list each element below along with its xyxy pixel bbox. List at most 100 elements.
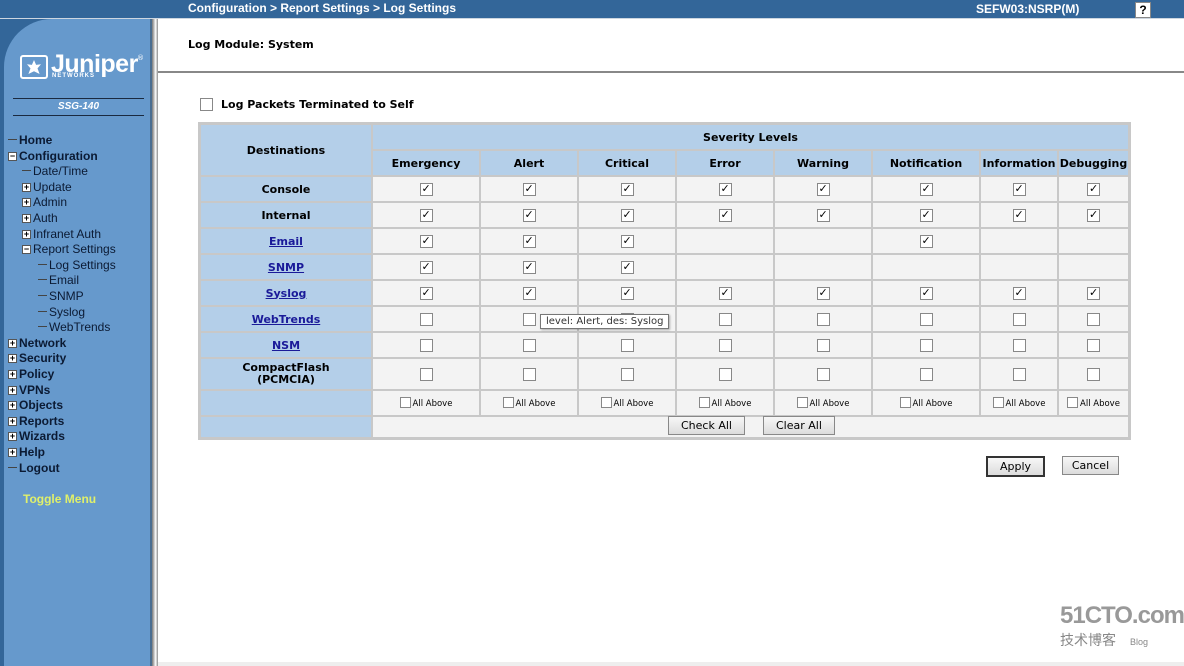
severity-checkbox-emergency[interactable] bbox=[419, 260, 433, 274]
severity-checkbox-error[interactable] bbox=[718, 208, 732, 222]
sidebar-item-vpns[interactable]: + VPNs bbox=[8, 383, 50, 398]
sidebar-item-webtrends[interactable]: WebTrends bbox=[38, 320, 110, 335]
expand-icon[interactable]: + bbox=[8, 370, 17, 379]
severity-checkbox-debugging[interactable] bbox=[1087, 312, 1100, 326]
apply-button[interactable]: Apply bbox=[986, 456, 1045, 477]
expand-icon[interactable]: + bbox=[22, 229, 31, 239]
sidebar-item-infranet-auth[interactable]: + Infranet Auth bbox=[22, 227, 101, 242]
sidebar-item-wizards[interactable]: + Wizards bbox=[8, 429, 65, 444]
severity-checkbox-emergency[interactable] bbox=[419, 367, 433, 381]
severity-checkbox-alert[interactable] bbox=[522, 286, 536, 300]
severity-checkbox-error[interactable] bbox=[718, 312, 732, 326]
sidebar-item-home[interactable]: Home bbox=[8, 133, 52, 148]
severity-checkbox-notification[interactable] bbox=[919, 312, 933, 326]
sidebar-item-objects[interactable]: + Objects bbox=[8, 398, 63, 413]
destination-link-syslog[interactable]: Syslog bbox=[266, 287, 307, 300]
severity-checkbox-information[interactable] bbox=[1012, 182, 1026, 196]
sidebar-item-security[interactable]: + Security bbox=[8, 351, 66, 366]
severity-checkbox-alert[interactable] bbox=[522, 338, 536, 352]
severity-checkbox-warning[interactable] bbox=[816, 312, 830, 326]
toggle-menu-link[interactable]: Toggle Menu bbox=[23, 492, 96, 506]
expand-icon[interactable]: + bbox=[8, 354, 17, 364]
sidebar-item-logout[interactable]: Logout bbox=[8, 461, 60, 476]
severity-checkbox-error[interactable] bbox=[718, 182, 732, 196]
severity-checkbox-emergency[interactable] bbox=[419, 182, 433, 196]
severity-checkbox-critical[interactable] bbox=[620, 367, 634, 381]
expand-icon[interactable]: + bbox=[8, 448, 17, 457]
severity-checkbox-error[interactable] bbox=[718, 367, 732, 381]
severity-checkbox-emergency[interactable] bbox=[419, 338, 433, 352]
severity-checkbox-information[interactable] bbox=[1012, 312, 1026, 326]
all-above-checkbox-debugging[interactable] bbox=[1067, 397, 1079, 408]
expand-icon[interactable]: + bbox=[8, 432, 17, 442]
severity-checkbox-information[interactable] bbox=[1012, 338, 1026, 352]
sidebar-item-syslog[interactable]: Syslog bbox=[38, 305, 85, 320]
destination-link-email[interactable]: Email bbox=[269, 235, 303, 248]
destination-link-webtrends[interactable]: WebTrends bbox=[252, 313, 321, 326]
sidebar-item-report-settings[interactable]: − Report Settings bbox=[22, 242, 116, 257]
severity-checkbox-alert[interactable] bbox=[522, 234, 536, 248]
collapse-icon[interactable]: − bbox=[22, 245, 31, 255]
expand-icon[interactable]: + bbox=[22, 214, 31, 223]
severity-checkbox-notification[interactable] bbox=[919, 367, 933, 381]
severity-checkbox-emergency[interactable] bbox=[419, 234, 433, 248]
expand-icon[interactable]: + bbox=[8, 338, 17, 348]
severity-checkbox-alert[interactable] bbox=[522, 182, 536, 196]
severity-checkbox-debugging[interactable] bbox=[1087, 367, 1100, 381]
sidebar-item-network[interactable]: + Network bbox=[8, 336, 66, 351]
expand-icon[interactable]: + bbox=[8, 416, 17, 426]
severity-checkbox-notification[interactable] bbox=[919, 338, 933, 352]
severity-checkbox-warning[interactable] bbox=[816, 286, 830, 300]
severity-checkbox-emergency[interactable] bbox=[419, 286, 433, 300]
sidebar-item-help[interactable]: + Help bbox=[8, 445, 45, 460]
sidebar-item-update[interactable]: + Update bbox=[22, 180, 72, 195]
severity-checkbox-warning[interactable] bbox=[816, 182, 830, 196]
severity-checkbox-alert[interactable] bbox=[522, 260, 536, 274]
sidebar-item-policy[interactable]: + Policy bbox=[8, 367, 54, 382]
severity-checkbox-emergency[interactable] bbox=[419, 208, 433, 222]
severity-checkbox-alert[interactable] bbox=[522, 208, 536, 222]
severity-checkbox-information[interactable] bbox=[1012, 286, 1026, 300]
sidebar-item-auth[interactable]: + Auth bbox=[22, 211, 58, 226]
severity-checkbox-alert[interactable] bbox=[522, 367, 536, 381]
all-above-checkbox-critical[interactable] bbox=[600, 397, 612, 408]
severity-checkbox-notification[interactable] bbox=[919, 208, 933, 222]
severity-checkbox-alert[interactable] bbox=[522, 312, 536, 326]
severity-checkbox-debugging[interactable] bbox=[1087, 338, 1100, 352]
help-button[interactable]: ? bbox=[1135, 2, 1151, 18]
all-above-checkbox-alert[interactable] bbox=[502, 397, 514, 408]
severity-checkbox-critical[interactable] bbox=[620, 208, 634, 222]
sidebar-item-snmp[interactable]: SNMP bbox=[38, 289, 84, 304]
all-above-checkbox-warning[interactable] bbox=[796, 397, 808, 408]
cancel-button[interactable]: Cancel bbox=[1062, 456, 1119, 475]
severity-checkbox-critical[interactable] bbox=[620, 260, 634, 274]
severity-checkbox-emergency[interactable] bbox=[419, 312, 433, 326]
severity-checkbox-critical[interactable] bbox=[620, 338, 634, 352]
check-all-button[interactable]: Check All bbox=[668, 416, 745, 435]
destination-link-snmp[interactable]: SNMP bbox=[268, 261, 304, 274]
all-above-checkbox-notification[interactable] bbox=[899, 397, 911, 408]
sidebar-item-configuration[interactable]: − Configuration bbox=[8, 149, 98, 164]
severity-checkbox-critical[interactable] bbox=[620, 286, 634, 300]
severity-checkbox-notification[interactable] bbox=[919, 182, 933, 196]
all-above-checkbox-information[interactable] bbox=[992, 397, 1004, 408]
clear-all-button[interactable]: Clear All bbox=[763, 416, 835, 435]
severity-checkbox-information[interactable] bbox=[1012, 367, 1026, 381]
severity-checkbox-warning[interactable] bbox=[816, 367, 830, 381]
all-above-checkbox-error[interactable] bbox=[698, 397, 710, 408]
severity-checkbox-critical[interactable] bbox=[620, 234, 634, 248]
severity-checkbox-debugging[interactable] bbox=[1087, 286, 1100, 300]
all-above-checkbox-emergency[interactable] bbox=[399, 397, 411, 408]
expand-icon[interactable]: + bbox=[22, 198, 31, 208]
sidebar-item-date-time[interactable]: Date/Time bbox=[22, 164, 88, 179]
destination-link-nsm[interactable]: NSM bbox=[272, 339, 300, 352]
severity-checkbox-warning[interactable] bbox=[816, 208, 830, 222]
severity-checkbox-notification[interactable] bbox=[919, 286, 933, 300]
severity-checkbox-warning[interactable] bbox=[816, 338, 830, 352]
severity-checkbox-error[interactable] bbox=[718, 338, 732, 352]
expand-icon[interactable]: + bbox=[8, 401, 17, 411]
severity-checkbox-information[interactable] bbox=[1012, 208, 1026, 222]
sidebar-item-email[interactable]: Email bbox=[38, 273, 79, 288]
sidebar-item-admin[interactable]: + Admin bbox=[22, 195, 67, 210]
collapse-icon[interactable]: − bbox=[8, 151, 17, 161]
